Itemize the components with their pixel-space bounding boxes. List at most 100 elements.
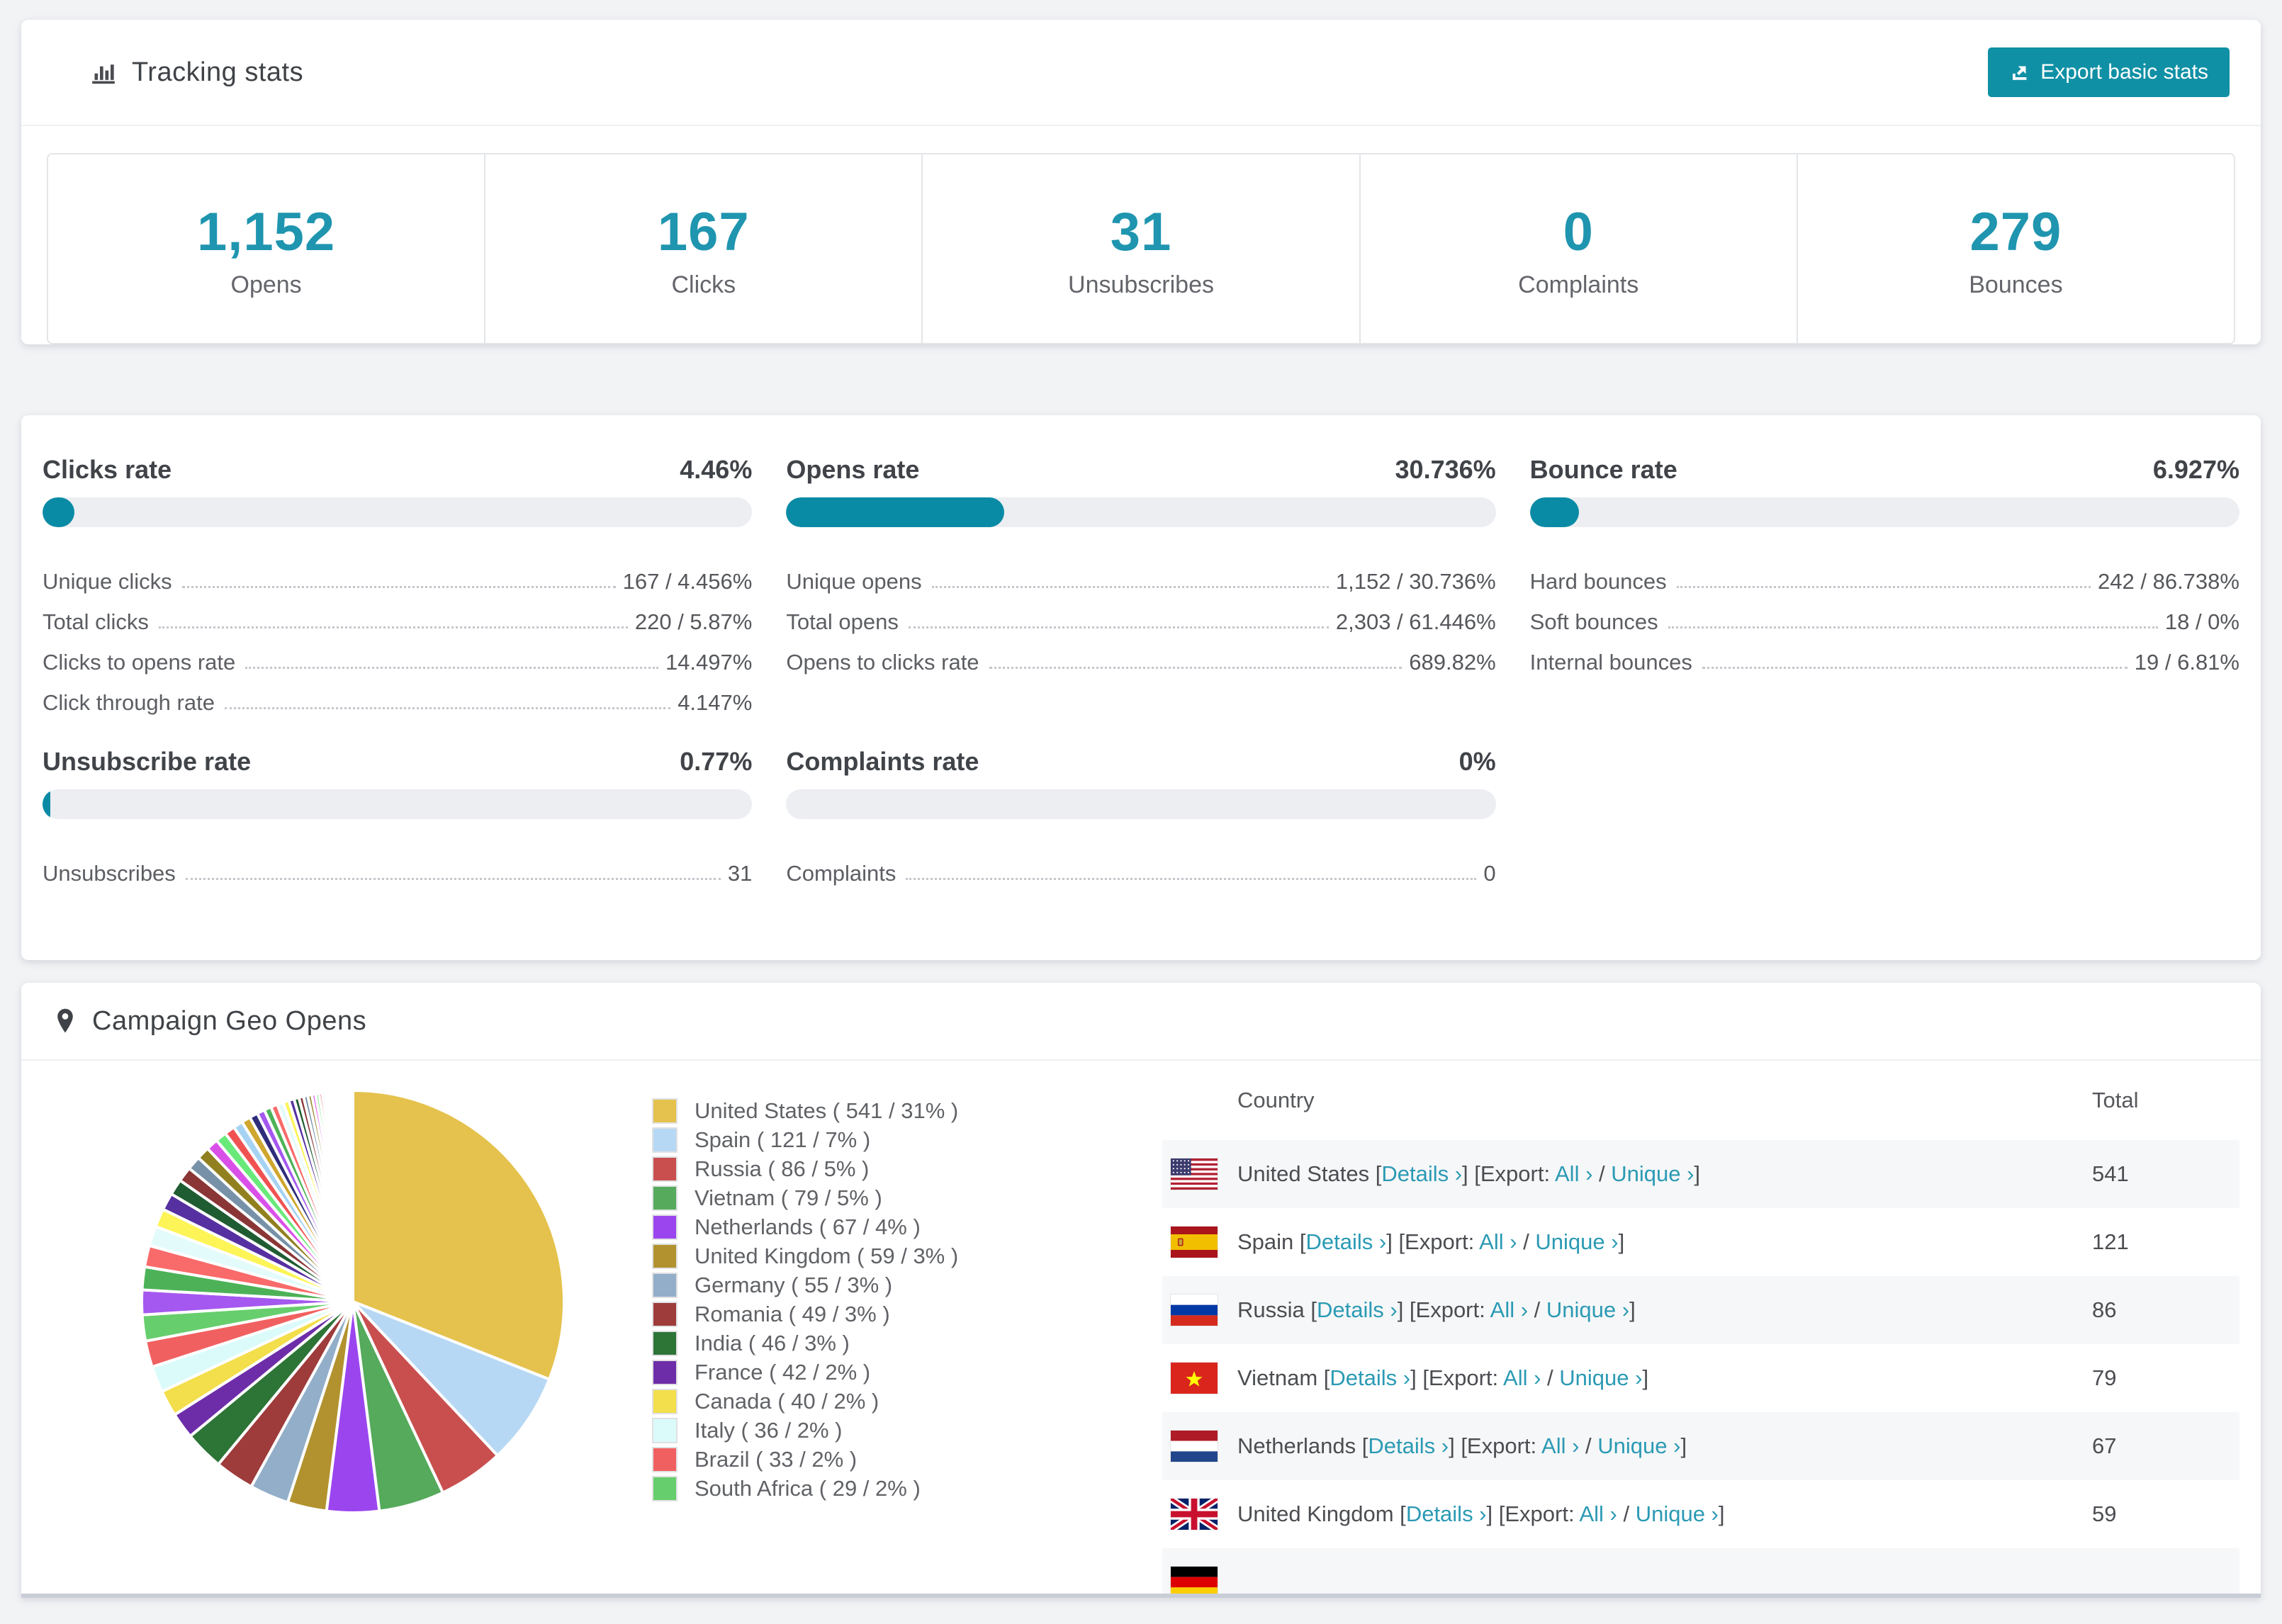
legend-color-swatch xyxy=(652,1330,678,1356)
table-row: Vietnam [Details ›] [Export: All › / Uni… xyxy=(1162,1344,2239,1412)
export-basic-stats-button[interactable]: Export basic stats xyxy=(1988,47,2230,97)
legend-label: Spain ( 121 / 7% ) xyxy=(695,1127,871,1152)
bar-chart-icon xyxy=(89,58,118,86)
legend-color-swatch xyxy=(652,1417,678,1443)
export-all-link[interactable]: All › xyxy=(1541,1433,1579,1458)
export-unique-link[interactable]: Unique › xyxy=(1559,1365,1642,1390)
legend-label: France ( 42 / 2% ) xyxy=(695,1359,871,1385)
rate-stat-value: 31 xyxy=(727,861,753,886)
panel-title-text: Tracking stats xyxy=(132,57,304,87)
export-unique-link[interactable]: Unique › xyxy=(1597,1433,1680,1458)
export-all-link[interactable]: All › xyxy=(1555,1161,1592,1186)
rate-progress-bar xyxy=(1529,497,2239,527)
stat-card: 279 Bounces xyxy=(1796,154,2234,343)
legend-color-swatch xyxy=(652,1301,678,1327)
rate-rows: Unique opens 1,152 / 30.736% Total opens… xyxy=(786,554,1495,675)
details-link[interactable]: Details › xyxy=(1368,1433,1449,1458)
details-link[interactable]: Details › xyxy=(1406,1501,1487,1526)
dotted-leader xyxy=(908,626,1329,628)
legend-item: United Kingdom ( 59 / 3% ) xyxy=(652,1241,988,1270)
stat-card: 167 Clicks xyxy=(484,154,921,343)
rates-grid-top: Clicks rate 4.46% Unique clicks 167 / 4.… xyxy=(43,455,2239,716)
geo-table: Country Total United States [Details ›] … xyxy=(1162,1061,2239,1594)
legend-label: Brazil ( 33 / 2% ) xyxy=(695,1446,858,1472)
export-all-link[interactable]: All › xyxy=(1490,1297,1528,1322)
export-all-link[interactable]: All › xyxy=(1479,1229,1517,1254)
legend-color-swatch xyxy=(652,1446,678,1472)
rate-stat-value: 689.82% xyxy=(1409,650,1496,675)
export-unique-link[interactable]: Unique › xyxy=(1535,1229,1618,1254)
campaign-geo-opens-panel: Campaign Geo Opens United States ( 541 /… xyxy=(21,983,2261,1598)
total-cell: 67 xyxy=(2092,1433,2117,1458)
rate-stat-label: Clicks to opens rate xyxy=(43,650,236,675)
rate-title: Opens rate xyxy=(786,455,920,484)
rate-stat-value: 18 / 0% xyxy=(2164,609,2239,634)
rate-stat-row: Unsubscribes 31 xyxy=(43,846,752,886)
country-cell: United Kingdom [Details ›] [Export: All … xyxy=(1237,1501,1725,1526)
export-all-link[interactable]: All › xyxy=(1579,1501,1617,1526)
rate-stat-row: Unique opens 1,152 / 30.736% xyxy=(786,554,1495,594)
export-unique-link[interactable]: Unique › xyxy=(1611,1161,1694,1186)
country-flag-icon xyxy=(1171,1295,1218,1326)
table-row xyxy=(1162,1548,2239,1594)
rate-stat-value: 0 xyxy=(1483,861,1496,886)
legend-label: Netherlands ( 67 / 4% ) xyxy=(695,1214,921,1239)
rate-progress-bar xyxy=(786,789,1496,819)
rate-rows: Unique clicks 167 / 4.456% Total clicks … xyxy=(43,554,752,716)
rate-section: Clicks rate 4.46% Unique clicks 167 / 4.… xyxy=(43,455,753,716)
rates-grid-bottom: Unsubscribe rate 0.77% Unsubscribes 31 C… xyxy=(43,747,2239,886)
rate-title-row: Unsubscribe rate 0.77% xyxy=(43,747,752,777)
rate-title-row: Bounce rate 6.927% xyxy=(1530,455,2239,485)
stat-card: 31 Unsubscribes xyxy=(921,154,1359,343)
legend-item: Russia ( 86 / 5% ) xyxy=(652,1154,988,1183)
export-unique-link[interactable]: Unique › xyxy=(1546,1297,1629,1322)
rate-stat-value: 4.147% xyxy=(678,690,753,715)
legend-item: Spain ( 121 / 7% ) xyxy=(652,1125,988,1154)
rate-title: Clicks rate xyxy=(43,455,172,484)
map-pin-icon xyxy=(52,1007,78,1035)
stat-label: Unsubscribes xyxy=(1068,271,1214,298)
country-cell: United States [Details ›] [Export: All ›… xyxy=(1237,1161,1701,1186)
country-cell: Russia [Details ›] [Export: All › / Uniq… xyxy=(1237,1297,1636,1322)
total-cell: 59 xyxy=(2092,1501,2117,1526)
stat-value: 167 xyxy=(657,202,750,262)
details-link[interactable]: Details › xyxy=(1381,1161,1462,1186)
stat-value: 31 xyxy=(1110,202,1172,262)
rate-stat-label: Soft bounces xyxy=(1529,609,1658,634)
export-all-link[interactable]: All › xyxy=(1503,1365,1541,1390)
rate-stat-row: Complaints 0 xyxy=(786,846,1495,886)
rate-stat-value: 1,152 / 30.736% xyxy=(1335,569,1496,594)
country-flag-icon xyxy=(1171,1158,1218,1190)
rate-section: Unsubscribe rate 0.77% Unsubscribes 31 xyxy=(43,747,753,886)
total-cell: 86 xyxy=(2092,1297,2117,1322)
legend-color-swatch xyxy=(652,1098,678,1124)
geo-legend: United States ( 541 / 31% ) Spain ( 121 … xyxy=(652,1096,988,1503)
rate-stat-row: Hard bounces 242 / 86.738% xyxy=(1530,554,2239,594)
dotted-leader xyxy=(224,707,671,709)
details-link[interactable]: Details › xyxy=(1317,1297,1398,1322)
legend-color-swatch xyxy=(652,1388,678,1414)
rate-progress-bar xyxy=(43,789,753,819)
rate-progress-fill xyxy=(786,497,1005,527)
rate-title: Bounce rate xyxy=(1529,455,1677,484)
geo-table-body: United States [Details ›] [Export: All ›… xyxy=(1162,1140,2239,1594)
rate-stat-value: 242 / 86.738% xyxy=(2098,569,2239,594)
details-link[interactable]: Details › xyxy=(1330,1365,1410,1390)
export-unique-link[interactable]: Unique › xyxy=(1636,1501,1719,1526)
geo-pie-chart xyxy=(133,1082,573,1521)
rate-stat-value: 19 / 6.81% xyxy=(2134,650,2239,675)
rate-percentage: 4.46% xyxy=(680,455,753,484)
rate-stat-label: Total clicks xyxy=(43,609,149,634)
table-row: United States [Details ›] [Export: All ›… xyxy=(1162,1140,2239,1208)
rate-stat-label: Opens to clicks rate xyxy=(786,650,979,675)
legend-color-swatch xyxy=(652,1272,678,1298)
legend-color-swatch xyxy=(652,1475,678,1501)
rate-progress-bar xyxy=(43,497,753,527)
dotted-leader xyxy=(185,878,721,880)
dotted-leader xyxy=(181,586,616,588)
rate-stat-value: 2,303 / 61.446% xyxy=(1335,609,1496,634)
geo-header: Campaign Geo Opens xyxy=(21,983,2261,1061)
table-row: Netherlands [Details ›] [Export: All › /… xyxy=(1162,1412,2239,1480)
export-button-label: Export basic stats xyxy=(2040,60,2208,84)
details-link[interactable]: Details › xyxy=(1306,1229,1387,1254)
